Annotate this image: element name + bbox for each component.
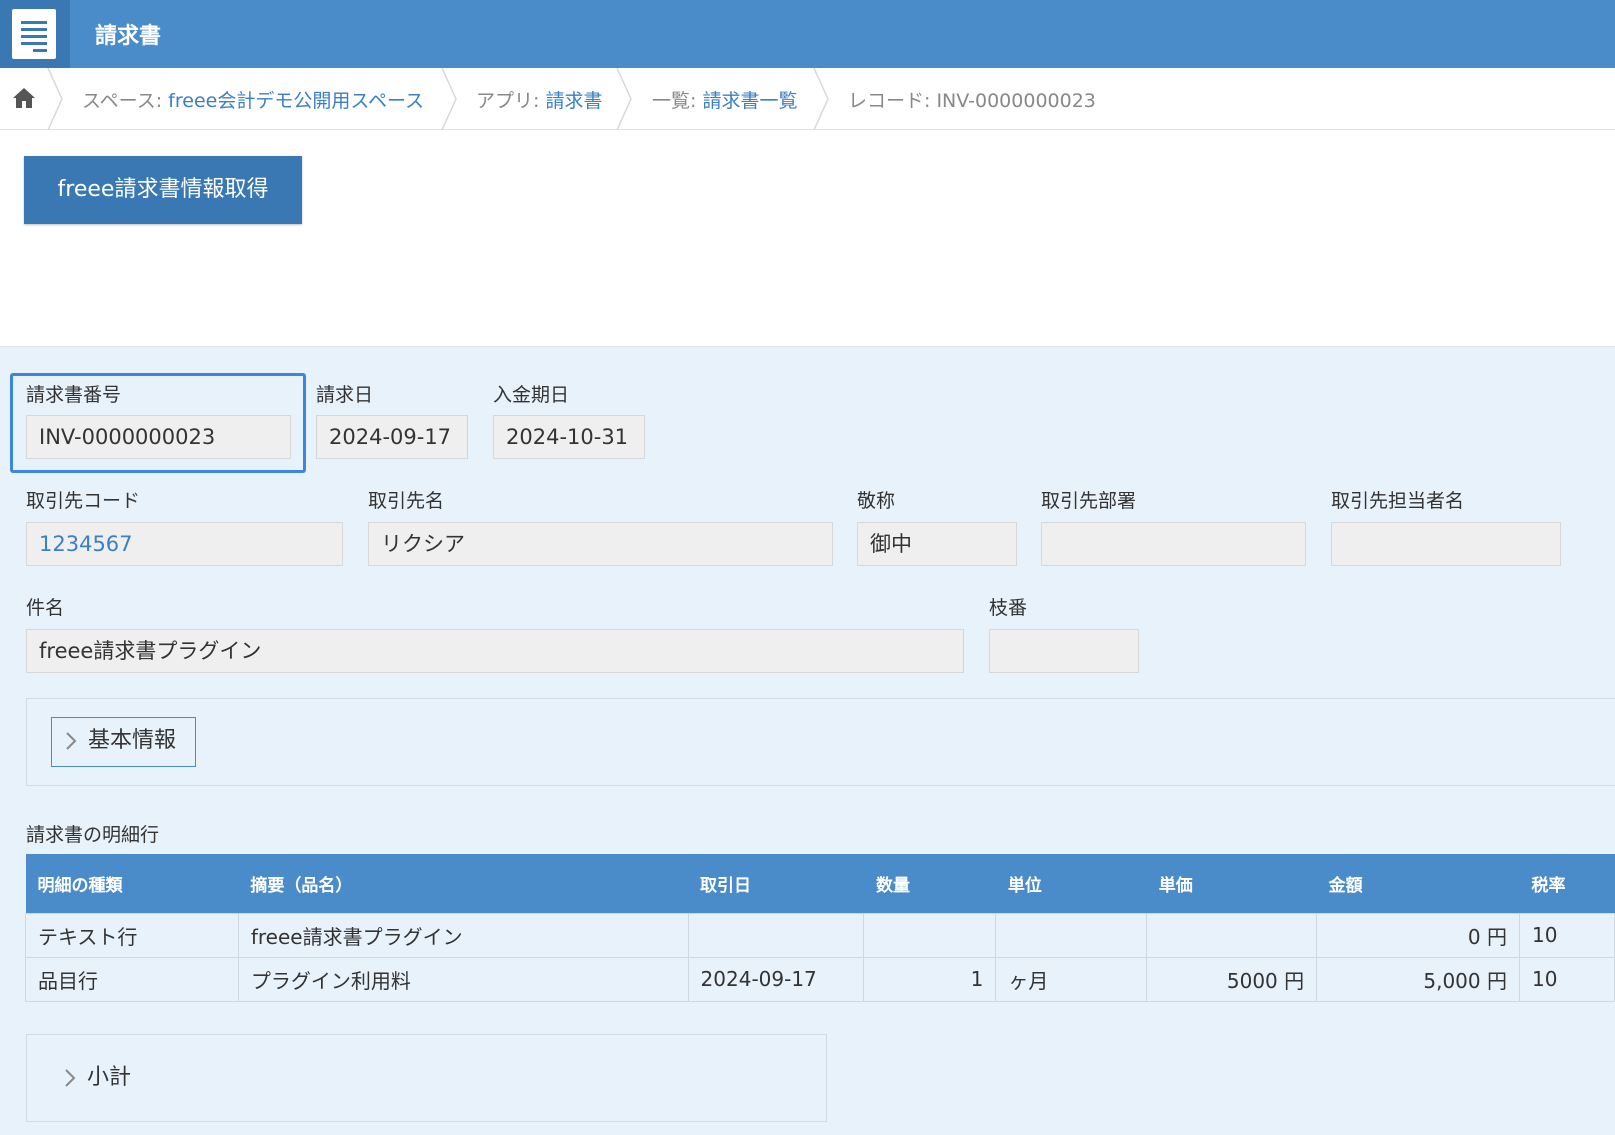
column-header: 単価 — [1146, 854, 1317, 913]
column-header: 明細の種類 — [25, 854, 239, 913]
table-cell: 5000 円 — [1146, 956, 1318, 1002]
basic-info-label: 基本情報 — [88, 728, 177, 753]
breadcrumb-separator-icon — [441, 68, 457, 130]
partner-contact-label: 取引先担当者名 — [1331, 490, 1465, 512]
app-title: 請求書 — [95, 24, 162, 49]
table-cell: 0 円 — [1316, 912, 1520, 958]
home-icon[interactable] — [12, 86, 36, 110]
details-title: 請求書の明細行 — [26, 824, 160, 846]
list-app-icon[interactable] — [0, 0, 70, 68]
honorific-label: 敬称 — [857, 490, 896, 512]
invoice-number-field[interactable]: INV-0000000023 — [26, 415, 291, 459]
honorific-field[interactable]: 御中 — [857, 522, 1017, 566]
column-header: 数量 — [863, 854, 996, 913]
invoice-number-label: 請求書番号 — [26, 384, 122, 406]
breadcrumb: スペース: freee会計デモ公開用スペース アプリ: 請求書 一覧: 請求書一… — [0, 68, 1615, 130]
column-header: 摘要（品名） — [238, 854, 689, 913]
subtotal-label: 小計 — [87, 1065, 132, 1090]
action-area: freee請求書情報取得 — [0, 131, 1615, 347]
breadcrumb-list-link[interactable]: 請求書一覧 — [702, 90, 797, 112]
chevron-right-icon — [65, 1069, 76, 1087]
subject-field[interactable]: freee請求書プラグイン — [26, 629, 964, 673]
table-cell — [863, 912, 997, 958]
breadcrumb-list: 一覧: 請求書一覧 — [652, 86, 797, 113]
breadcrumb-separator-icon — [616, 68, 632, 130]
table-cell: 1 — [863, 956, 997, 1002]
list-icon — [12, 9, 56, 59]
basic-info-group — [26, 698, 1615, 786]
breadcrumb-app-link[interactable]: 請求書 — [545, 90, 602, 112]
basic-info-toggle[interactable]: 基本情報 — [51, 717, 196, 767]
partner-code-label: 取引先コード — [26, 490, 141, 512]
invoice-date-label: 請求日 — [316, 384, 374, 406]
breadcrumb-space-prefix: スペース: — [82, 90, 169, 112]
table-cell: プラグイン利用料 — [237, 956, 689, 1002]
table-header-row: 明細の種類 摘要（品名） 取引日 数量 単位 単価 金額 税率 — [25, 854, 1615, 913]
chevron-right-icon — [66, 732, 77, 750]
breadcrumb-space: スペース: freee会計デモ公開用スペース — [82, 86, 424, 113]
table-cell: 10 — [1519, 956, 1615, 1002]
invoice-date-field[interactable]: 2024-09-17 — [316, 415, 468, 459]
table-cell: ヶ月 — [995, 956, 1148, 1002]
subject-label: 件名 — [26, 597, 65, 619]
breadcrumb-list-prefix: 一覧: — [652, 90, 703, 112]
due-date-field[interactable]: 2024-10-31 — [493, 415, 645, 459]
table-cell: freee請求書プラグイン — [237, 912, 689, 958]
breadcrumb-app-prefix: アプリ: — [476, 90, 546, 112]
breadcrumb-separator-icon — [813, 68, 829, 130]
breadcrumb-app: アプリ: 請求書 — [476, 86, 602, 113]
breadcrumb-separator-icon — [47, 68, 63, 130]
table-cell: 品目行 — [25, 956, 239, 1002]
partner-contact-field[interactable] — [1331, 522, 1561, 566]
column-header: 金額 — [1316, 854, 1520, 913]
details-table: 明細の種類 摘要（品名） 取引日 数量 単位 単価 金額 税率 テキスト行 fr… — [25, 854, 1615, 1002]
subtotal-group — [26, 1034, 827, 1122]
table-cell: 10 — [1519, 912, 1615, 958]
table-cell — [995, 912, 1148, 958]
fetch-invoice-button[interactable]: freee請求書情報取得 — [24, 156, 302, 224]
table-cell: 2024-09-17 — [687, 956, 865, 1002]
column-header: 単位 — [995, 854, 1147, 913]
table-row: テキスト行 freee請求書プラグイン 0 円 10 — [25, 912, 1615, 958]
partner-name-field[interactable]: リクシア — [368, 522, 833, 566]
table-cell: 5,000 円 — [1316, 956, 1520, 1002]
column-header: 税率 — [1519, 854, 1615, 913]
partner-code-field[interactable]: 1234567 — [26, 522, 343, 566]
partner-name-label: 取引先名 — [368, 490, 445, 512]
app-header: 請求書 — [0, 0, 1615, 68]
breadcrumb-space-link[interactable]: freee会計デモ公開用スペース — [168, 90, 424, 112]
subtotal-toggle[interactable]: 小計 — [51, 1063, 131, 1093]
partner-dept-field[interactable] — [1041, 522, 1306, 566]
branch-no-field[interactable] — [989, 629, 1139, 673]
table-row: 品目行 プラグイン利用料 2024-09-17 1 ヶ月 5000 円 5,00… — [25, 956, 1615, 1002]
breadcrumb-record: レコード: INV-0000000023 — [848, 90, 1096, 112]
table-cell — [687, 912, 865, 958]
branch-no-label: 枝番 — [989, 597, 1028, 619]
table-cell: テキスト行 — [25, 912, 239, 958]
partner-dept-label: 取引先部署 — [1041, 490, 1137, 512]
due-date-label: 入金期日 — [493, 384, 570, 406]
table-cell — [1146, 912, 1318, 958]
column-header: 取引日 — [688, 854, 864, 913]
